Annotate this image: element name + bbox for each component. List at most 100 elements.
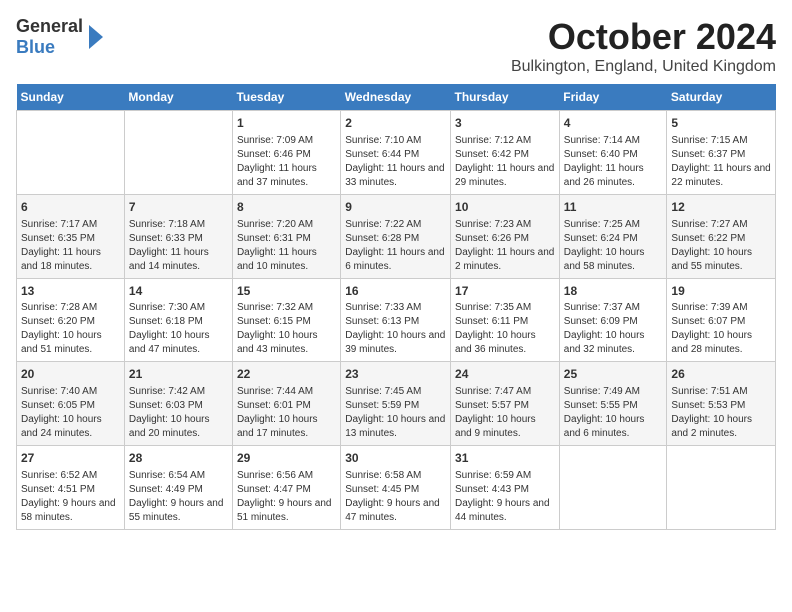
day-info: Sunrise: 6:54 AM Sunset: 4:49 PM Dayligh… <box>129 469 228 525</box>
calendar-cell: 25Sunrise: 7:49 AM Sunset: 5:55 PM Dayli… <box>559 362 667 446</box>
day-info: Sunrise: 7:09 AM Sunset: 6:46 PM Dayligh… <box>237 134 336 190</box>
day-info: Sunrise: 7:22 AM Sunset: 6:28 PM Dayligh… <box>345 218 446 274</box>
day-number: 9 <box>345 199 446 216</box>
day-info: Sunrise: 7:33 AM Sunset: 6:13 PM Dayligh… <box>345 301 446 357</box>
day-info: Sunrise: 7:45 AM Sunset: 5:59 PM Dayligh… <box>345 385 446 441</box>
calendar-cell: 4 Sunrise: 7:14 AM Sunset: 6:40 PM Daylig… <box>559 111 667 195</box>
calendar-cell: 30Sunrise: 6:58 AM Sunset: 4:45 PM Dayli… <box>341 446 451 530</box>
calendar-cell: 1 Sunrise: 7:09 AM Sunset: 6:46 PM Daylig… <box>232 111 340 195</box>
day-number: 23 <box>345 366 446 383</box>
day-info: Sunrise: 7:15 AM Sunset: 6:37 PM Dayligh… <box>671 134 771 190</box>
calendar-table: SundayMondayTuesdayWednesdayThursdayFrid… <box>16 84 776 530</box>
header-row: SundayMondayTuesdayWednesdayThursdayFrid… <box>17 84 776 111</box>
day-number: 3 <box>455 115 555 132</box>
calendar-cell: 13Sunrise: 7:28 AM Sunset: 6:20 PM Dayli… <box>17 278 125 362</box>
calendar-body: 1 Sunrise: 7:09 AM Sunset: 6:46 PM Daylig… <box>17 111 776 530</box>
header-cell-wednesday: Wednesday <box>341 84 451 111</box>
calendar-cell: 2 Sunrise: 7:10 AM Sunset: 6:44 PM Daylig… <box>341 111 451 195</box>
day-info: Sunrise: 7:49 AM Sunset: 5:55 PM Dayligh… <box>564 385 663 441</box>
day-info: Sunrise: 7:27 AM Sunset: 6:22 PM Dayligh… <box>671 218 771 274</box>
calendar-cell: 15Sunrise: 7:32 AM Sunset: 6:15 PM Dayli… <box>232 278 340 362</box>
day-number: 8 <box>237 199 336 216</box>
day-info: Sunrise: 6:59 AM Sunset: 4:43 PM Dayligh… <box>455 469 555 525</box>
calendar-cell: 16Sunrise: 7:33 AM Sunset: 6:13 PM Dayli… <box>341 278 451 362</box>
calendar-cell: 28Sunrise: 6:54 AM Sunset: 4:49 PM Dayli… <box>124 446 232 530</box>
day-number: 5 <box>671 115 771 132</box>
day-number: 21 <box>129 366 228 383</box>
calendar-cell: 9 Sunrise: 7:22 AM Sunset: 6:28 PM Daylig… <box>341 194 451 278</box>
day-number: 26 <box>671 366 771 383</box>
logo-text: General Blue <box>16 16 83 58</box>
day-info: Sunrise: 7:42 AM Sunset: 6:03 PM Dayligh… <box>129 385 228 441</box>
day-number: 13 <box>21 283 120 300</box>
week-row-3: 20Sunrise: 7:40 AM Sunset: 6:05 PM Dayli… <box>17 362 776 446</box>
calendar-header: SundayMondayTuesdayWednesdayThursdayFrid… <box>17 84 776 111</box>
calendar-cell: 20Sunrise: 7:40 AM Sunset: 6:05 PM Dayli… <box>17 362 125 446</box>
calendar-cell: 29 Sunrise: 6:56 AM Sunset: 4:47 PM Dayli… <box>232 446 340 530</box>
day-info: Sunrise: 7:39 AM Sunset: 6:07 PM Dayligh… <box>671 301 771 357</box>
day-number: 11 <box>564 199 663 216</box>
week-row-4: 27 Sunrise: 6:52 AM Sunset: 4:51 PM Dayli… <box>17 446 776 530</box>
week-row-0: 1 Sunrise: 7:09 AM Sunset: 6:46 PM Daylig… <box>17 111 776 195</box>
day-info: Sunrise: 7:37 AM Sunset: 6:09 PM Dayligh… <box>564 301 663 357</box>
day-number: 27 <box>21 450 120 467</box>
day-info: Sunrise: 7:18 AM Sunset: 6:33 PM Dayligh… <box>129 218 228 274</box>
header-cell-tuesday: Tuesday <box>232 84 340 111</box>
calendar-cell: 6 Sunrise: 7:17 AM Sunset: 6:35 PM Daylig… <box>17 194 125 278</box>
day-info: Sunrise: 7:10 AM Sunset: 6:44 PM Dayligh… <box>345 134 446 190</box>
day-number: 4 <box>564 115 663 132</box>
calendar-cell <box>124 111 232 195</box>
calendar-cell: 12 Sunrise: 7:27 AM Sunset: 6:22 PM Dayli… <box>667 194 776 278</box>
title-block: October 2024 Bulkington, England, United… <box>511 16 776 76</box>
day-number: 18 <box>564 283 663 300</box>
logo-general: General <box>16 16 83 37</box>
day-info: Sunrise: 7:35 AM Sunset: 6:11 PM Dayligh… <box>455 301 555 357</box>
calendar-cell: 7 Sunrise: 7:18 AM Sunset: 6:33 PM Daylig… <box>124 194 232 278</box>
header-cell-friday: Friday <box>559 84 667 111</box>
logo-icon <box>85 23 105 51</box>
day-number: 12 <box>671 199 771 216</box>
calendar-cell: 31Sunrise: 6:59 AM Sunset: 4:43 PM Dayli… <box>451 446 560 530</box>
calendar-cell: 5 Sunrise: 7:15 AM Sunset: 6:37 PM Daylig… <box>667 111 776 195</box>
day-number: 6 <box>21 199 120 216</box>
header-cell-thursday: Thursday <box>451 84 560 111</box>
day-info: Sunrise: 7:47 AM Sunset: 5:57 PM Dayligh… <box>455 385 555 441</box>
calendar-cell <box>667 446 776 530</box>
calendar-cell: 22Sunrise: 7:44 AM Sunset: 6:01 PM Dayli… <box>232 362 340 446</box>
main-title: October 2024 <box>511 16 776 58</box>
week-row-1: 6 Sunrise: 7:17 AM Sunset: 6:35 PM Daylig… <box>17 194 776 278</box>
calendar-cell: 10 Sunrise: 7:23 AM Sunset: 6:26 PM Dayli… <box>451 194 560 278</box>
day-info: Sunrise: 6:58 AM Sunset: 4:45 PM Dayligh… <box>345 469 446 525</box>
day-info: Sunrise: 6:56 AM Sunset: 4:47 PM Dayligh… <box>237 469 336 525</box>
day-info: Sunrise: 7:32 AM Sunset: 6:15 PM Dayligh… <box>237 301 336 357</box>
day-number: 14 <box>129 283 228 300</box>
day-number: 16 <box>345 283 446 300</box>
calendar-cell: 19Sunrise: 7:39 AM Sunset: 6:07 PM Dayli… <box>667 278 776 362</box>
header-cell-saturday: Saturday <box>667 84 776 111</box>
day-number: 15 <box>237 283 336 300</box>
day-info: Sunrise: 7:14 AM Sunset: 6:40 PM Dayligh… <box>564 134 663 190</box>
day-info: Sunrise: 7:23 AM Sunset: 6:26 PM Dayligh… <box>455 218 555 274</box>
day-number: 1 <box>237 115 336 132</box>
day-info: Sunrise: 7:30 AM Sunset: 6:18 PM Dayligh… <box>129 301 228 357</box>
day-info: Sunrise: 7:17 AM Sunset: 6:35 PM Dayligh… <box>21 218 120 274</box>
day-info: Sunrise: 6:52 AM Sunset: 4:51 PM Dayligh… <box>21 469 120 525</box>
day-info: Sunrise: 7:28 AM Sunset: 6:20 PM Dayligh… <box>21 301 120 357</box>
calendar-cell: 21 Sunrise: 7:42 AM Sunset: 6:03 PM Dayli… <box>124 362 232 446</box>
calendar-cell <box>17 111 125 195</box>
week-row-2: 13Sunrise: 7:28 AM Sunset: 6:20 PM Dayli… <box>17 278 776 362</box>
page-header: General Blue October 2024 Bulkington, En… <box>16 16 776 76</box>
day-number: 10 <box>455 199 555 216</box>
day-number: 17 <box>455 283 555 300</box>
day-number: 2 <box>345 115 446 132</box>
logo: General Blue <box>16 16 105 58</box>
header-cell-sunday: Sunday <box>17 84 125 111</box>
day-info: Sunrise: 7:20 AM Sunset: 6:31 PM Dayligh… <box>237 218 336 274</box>
calendar-cell: 3Sunrise: 7:12 AM Sunset: 6:42 PM Daylig… <box>451 111 560 195</box>
day-number: 7 <box>129 199 228 216</box>
calendar-cell <box>559 446 667 530</box>
calendar-cell: 18Sunrise: 7:37 AM Sunset: 6:09 PM Dayli… <box>559 278 667 362</box>
calendar-cell: 17Sunrise: 7:35 AM Sunset: 6:11 PM Dayli… <box>451 278 560 362</box>
subtitle: Bulkington, England, United Kingdom <box>511 58 776 76</box>
day-number: 29 <box>237 450 336 467</box>
